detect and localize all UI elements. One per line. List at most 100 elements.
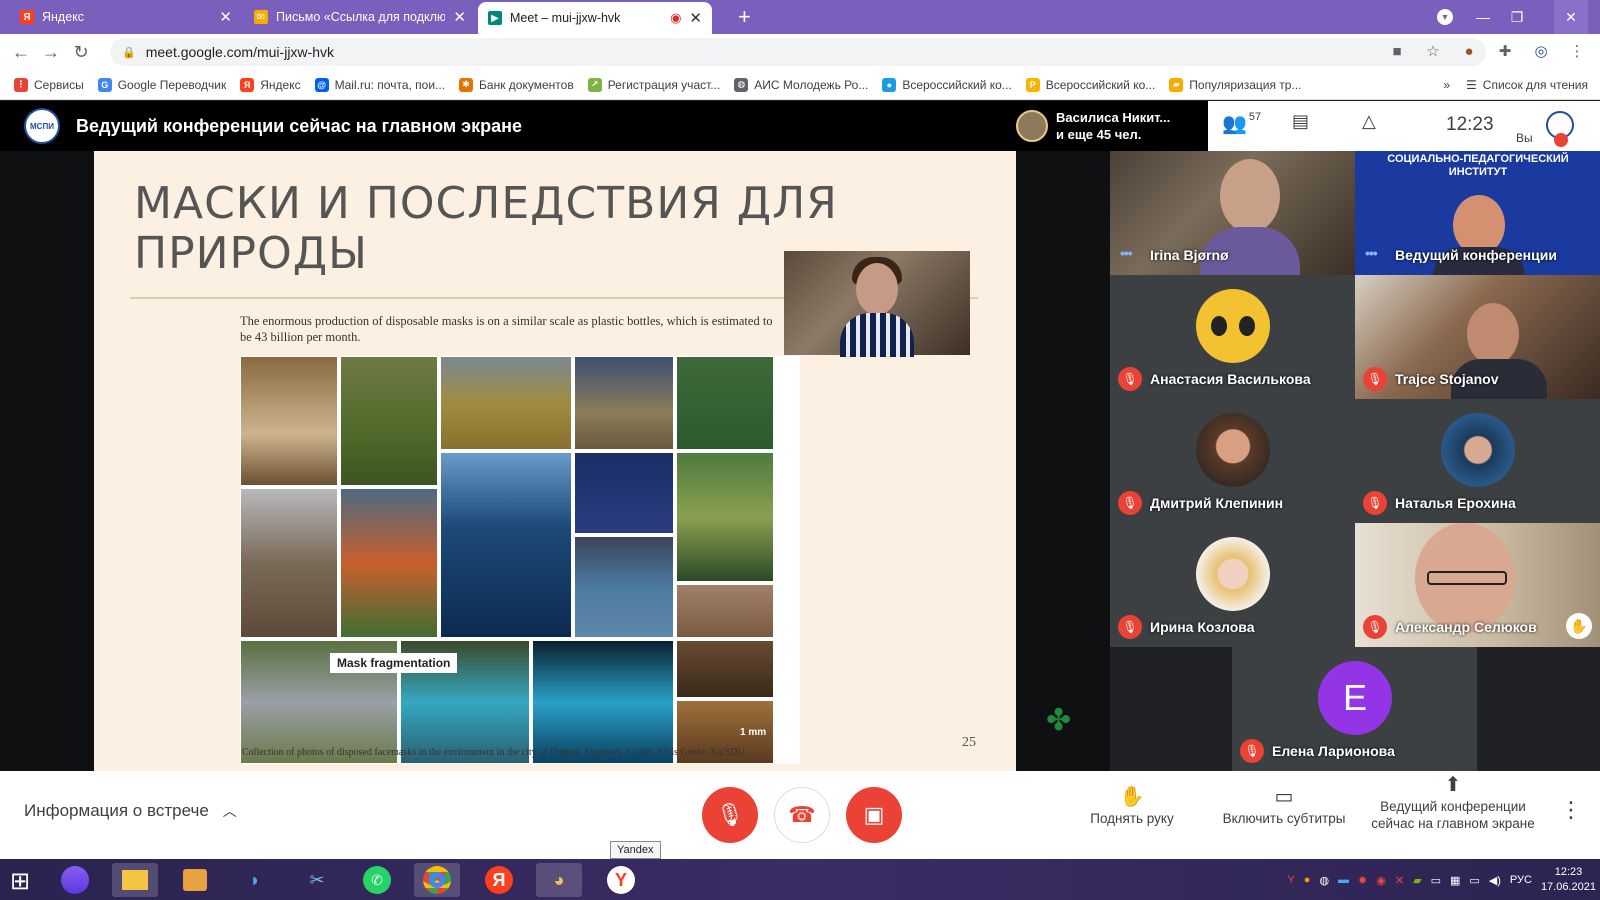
participants-count: 57	[1248, 111, 1262, 123]
chrome-icon[interactable]	[414, 863, 460, 897]
tab-mail[interactable]: ✉ Письмо «Ссылка для подключе ✕	[244, 0, 476, 34]
tool-tray-icon[interactable]: ✕	[1395, 874, 1404, 887]
extension-avatar-icon[interactable]: ●	[1458, 40, 1480, 62]
speaking-indicator-icon: •••	[1365, 245, 1378, 261]
more-bookmarks-icon[interactable]: »	[1443, 78, 1450, 92]
camera-indicator-icon[interactable]: ■	[1386, 40, 1408, 62]
edge-icon[interactable]: ◗	[232, 863, 278, 897]
captions-button[interactable]: ▭ Включить субтитры	[1214, 787, 1354, 827]
tab-search-icon[interactable]: ▼	[1428, 0, 1462, 34]
mic-toggle-button[interactable]: 🎙	[702, 787, 758, 843]
activities-icon[interactable]: △	[1362, 111, 1376, 132]
bookmark-docbank[interactable]: ✱ Банк документов	[459, 77, 574, 92]
camera-toggle-button[interactable]: ▣	[846, 787, 902, 843]
yandex-icon[interactable]: Y	[598, 863, 644, 897]
more-options-icon[interactable]: ⋮	[1560, 797, 1582, 823]
bookmark-ais[interactable]: ◍ АИС Молодежь Ро...	[734, 77, 868, 92]
paint-icon[interactable]: ◕	[536, 863, 582, 897]
meeting-info-label: Информация о встрече	[24, 801, 209, 820]
avatar-photo	[1441, 413, 1515, 487]
end-call-button[interactable]: ☎	[774, 787, 830, 843]
address-bar[interactable]: 🔒 meet.google.com/mui-jjxw-hvk	[110, 38, 1486, 66]
participant-name: Дмитрий Клепинин	[1150, 495, 1284, 511]
photo	[676, 356, 774, 450]
antivirus-icon[interactable]: ✹	[1358, 874, 1367, 887]
bookmark-contest2[interactable]: P Всероссийский ко...	[1025, 77, 1155, 92]
cat-eye-icon	[1208, 313, 1230, 339]
participant-tile[interactable]: ••• Irina Bjørnø	[1110, 151, 1355, 275]
photo	[676, 452, 774, 582]
reload-icon[interactable]: ↻	[66, 37, 96, 67]
participant-tile[interactable]: 🎙 Дмитрий Клепинин	[1110, 399, 1355, 523]
raise-hand-button[interactable]: ✋ Поднять руку	[1082, 787, 1182, 827]
profile-icon[interactable]: ◎	[1530, 40, 1552, 62]
firefox-tray-icon[interactable]: ●	[1304, 874, 1311, 886]
bookmark-contest1[interactable]: ● Всероссийский ко...	[882, 77, 1012, 92]
forward-icon[interactable]: →	[36, 37, 66, 67]
participant-tile[interactable]: 🎙 Ирина Козлова	[1110, 523, 1355, 647]
snipping-tool-icon[interactable]: ✂	[294, 863, 340, 897]
extensions-puzzle-icon[interactable]: ✚	[1494, 40, 1516, 62]
bookmark-label: Банк документов	[479, 77, 574, 92]
input-icon[interactable]: ▦	[1450, 874, 1460, 887]
close-tab-icon[interactable]: ✕	[453, 8, 466, 26]
participant-tile[interactable]: 🎙 Анастасия Василькова	[1110, 275, 1355, 399]
new-tab-icon[interactable]: +	[738, 4, 751, 30]
close-tab-icon[interactable]: ✕	[219, 8, 232, 26]
alice-assistant-icon[interactable]	[52, 863, 98, 897]
bookmark-popularization[interactable]: ▰ Популяризация тр...	[1169, 77, 1301, 92]
bookmark-translate[interactable]: G Google Переводчик	[97, 77, 227, 92]
participant-tile[interactable]: 🎙 Александр Селюков ✋	[1355, 523, 1600, 647]
bookmark-label: Mail.ru: почта, пои...	[334, 77, 446, 92]
network-monitor-icon[interactable]: ◍	[1319, 874, 1329, 887]
nvidia-icon[interactable]: ▰	[1413, 874, 1421, 887]
yandex-tray-icon[interactable]: Y	[1287, 874, 1294, 886]
minimize-icon[interactable]: —	[1466, 0, 1500, 34]
photo-collage	[240, 356, 800, 764]
bookmark-label: Google Переводчик	[117, 77, 227, 92]
registration-icon: ↗	[587, 77, 602, 92]
participant-tile[interactable]: 🎙 Наталья Ерохина	[1355, 399, 1600, 523]
clock-date[interactable]: 12:23 17.06.2021	[1541, 865, 1596, 895]
chat-tray-icon[interactable]: ▬	[1338, 874, 1349, 886]
bookmark-yandex[interactable]: Я Яндекс	[240, 77, 301, 92]
tab-title: Письмо «Ссылка для подключе	[276, 10, 446, 24]
tab-yandex[interactable]: Я Яндекс ✕	[10, 0, 242, 34]
recording-icon: ◉	[670, 10, 682, 25]
file-explorer-icon[interactable]	[112, 863, 158, 897]
app-tray-icon[interactable]: ◉	[1376, 874, 1386, 887]
participants-button[interactable]: 👥 57	[1222, 111, 1261, 136]
participant-tile[interactable]: Е 🎙 Елена Ларионова	[1232, 647, 1477, 771]
participant-tile[interactable]: СОЦИАЛЬНО-ПЕДАГОГИЧЕСКИЙ ИНСТИТУТ ••• Ве…	[1355, 151, 1600, 275]
media-player-icon[interactable]	[172, 863, 218, 897]
present-button[interactable]: ⬆ Ведущий конференции сейчас на главном э…	[1370, 775, 1536, 832]
chat-icon[interactable]: ▤	[1292, 111, 1309, 132]
volume-icon[interactable]: ◀)	[1489, 874, 1501, 887]
people-icon: 👥	[1222, 113, 1247, 135]
toolbar-icons: ■ ☆ ● ✚ ◎ ⋮	[1386, 40, 1600, 62]
maximize-icon[interactable]: ❐	[1500, 0, 1534, 34]
logo-text: МСПИ	[30, 121, 54, 131]
close-tab-icon[interactable]: ✕	[689, 9, 702, 27]
tab-meet[interactable]: ▶ Meet – mui-jjxw-hvk ◉ ✕	[478, 2, 712, 34]
whatsapp-icon[interactable]: ✆	[354, 863, 400, 897]
display-icon[interactable]: ▭	[1431, 874, 1441, 887]
network-icon[interactable]: ▭	[1469, 874, 1479, 887]
participant-name: Елена Ларионова	[1272, 743, 1395, 759]
language-indicator[interactable]: РУС	[1510, 874, 1532, 886]
close-window-icon[interactable]: ✕	[1554, 0, 1588, 34]
slide-caption: Collection of photos of disposed facemas…	[242, 747, 745, 758]
back-icon[interactable]: ←	[6, 37, 36, 67]
bookmark-star-icon[interactable]: ☆	[1422, 40, 1444, 62]
yandex-browser-icon[interactable]: Я	[476, 863, 522, 897]
browser-menu-icon[interactable]: ⋮	[1566, 40, 1588, 62]
meeting-info-button[interactable]: Информация о встрече ︿	[24, 801, 237, 821]
avatar-photo	[1196, 537, 1270, 611]
bookmark-mailru[interactable]: @ Mail.ru: почта, пои...	[314, 77, 446, 92]
bookmark-registration[interactable]: ↗ Регистрация участ...	[587, 77, 720, 92]
reading-list[interactable]: ☰ Список для чтения	[1466, 78, 1588, 92]
windows-start-icon[interactable]: ⊞	[10, 867, 30, 896]
participant-tile[interactable]: 🎙 Trajce Stojanov	[1355, 275, 1600, 399]
contest-icon: ●	[882, 77, 897, 92]
bookmark-services[interactable]: ⋮ Сервисы	[14, 77, 84, 92]
